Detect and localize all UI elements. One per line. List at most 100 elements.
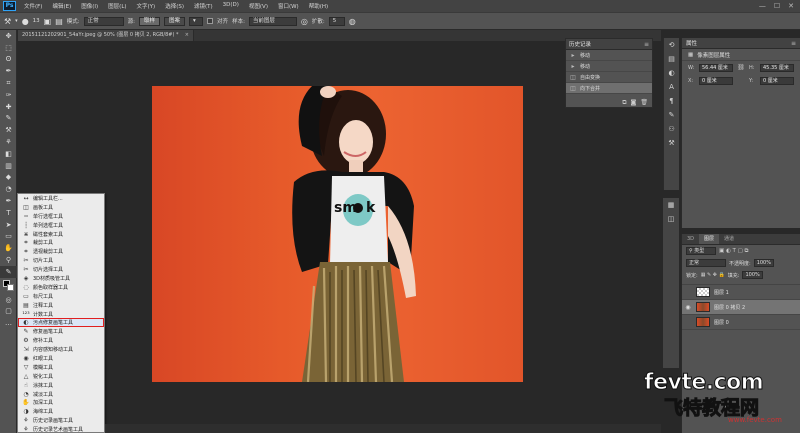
- opacity-field[interactable]: 100%: [753, 259, 774, 267]
- menu-item[interactable]: 编辑(E): [47, 2, 76, 10]
- dodge-tool-icon[interactable]: ◔: [0, 183, 17, 195]
- styles-panel-icon[interactable]: ◫: [663, 212, 679, 226]
- swatches-panel-icon[interactable]: ▦: [663, 198, 679, 212]
- trash-icon[interactable]: 🗑: [640, 99, 648, 106]
- layer-row[interactable]: 图层 1: [682, 285, 800, 300]
- x-field[interactable]: 0 厘米: [699, 76, 733, 85]
- blur-tool-icon[interactable]: ◆: [0, 172, 17, 184]
- menu-item[interactable]: 滤镜(T): [189, 2, 218, 10]
- source-pattern-button[interactable]: 图案: [164, 16, 186, 26]
- clone-stamp-icon[interactable]: ⚒: [4, 17, 11, 26]
- quick-select-tool-icon[interactable]: ✒: [0, 65, 17, 77]
- clone-source-icon[interactable]: ▤: [55, 17, 63, 26]
- layers-panel-tab[interactable]: 通道: [719, 234, 739, 244]
- brush-tool-icon[interactable]: ✎: [0, 113, 17, 125]
- color-swatches[interactable]: [0, 278, 16, 294]
- background-color[interactable]: [7, 283, 14, 291]
- flyout-item[interactable]: ⚘ 历史记录画笔工具: [18, 416, 104, 425]
- shape-tool-icon[interactable]: ▭: [0, 231, 17, 243]
- blend-mode-select[interactable]: 正常: [686, 259, 726, 267]
- flyout-item[interactable]: ↔ 编辑工具栏...: [18, 194, 104, 203]
- layer-row[interactable]: 图层 0: [682, 315, 800, 330]
- menu-item[interactable]: 视图(V): [244, 2, 273, 10]
- close-button[interactable]: ✕: [788, 2, 794, 10]
- panel-menu-icon[interactable]: ≡: [644, 41, 649, 48]
- flyout-item[interactable]: △ 锐化工具: [18, 372, 104, 381]
- snapshot-icon[interactable]: ◙: [631, 99, 637, 106]
- flyout-item[interactable]: ✋ 加深工具: [18, 398, 104, 407]
- y-field[interactable]: 0 厘米: [760, 76, 794, 85]
- healing-selected-tool-icon[interactable]: ✎: [0, 265, 17, 278]
- pressure-icon[interactable]: ◍: [349, 17, 356, 26]
- menu-item[interactable]: 3D(D): [218, 2, 244, 10]
- document-image[interactable]: sm k: [152, 86, 523, 382]
- brush-size[interactable]: 13: [33, 18, 40, 24]
- filter-select[interactable]: ⚲ 类型: [686, 247, 716, 255]
- flyout-item[interactable]: ✂ 切片工具: [18, 256, 104, 265]
- brush-panel-icon[interactable]: ▣: [44, 17, 52, 26]
- panel-menu-icon[interactable]: ≡: [791, 40, 796, 47]
- ignore-adjustment-icon[interactable]: ◎: [301, 17, 308, 26]
- menu-item[interactable]: 文件(F): [19, 2, 47, 10]
- history-icon[interactable]: ⟲: [664, 38, 679, 52]
- clone-source-panel-icon[interactable]: ⚇: [664, 122, 679, 136]
- gradient-tool-icon[interactable]: ▥: [0, 160, 17, 172]
- sample-select[interactable]: 当前图层: [248, 16, 297, 26]
- flyout-item[interactable]: ◔ 减淡工具: [18, 390, 104, 399]
- history-state[interactable]: ▸ 移动: [566, 50, 652, 61]
- flyout-item[interactable]: ⚙ 修补工具: [18, 336, 104, 345]
- flyout-item[interactable]: ▤ 注释工具: [18, 301, 104, 310]
- visibility-eye-icon[interactable]: ◉: [682, 304, 694, 311]
- history-state[interactable]: ▸ 移动: [566, 61, 652, 72]
- source-sampled-button[interactable]: 取样: [139, 16, 161, 26]
- menu-item[interactable]: 帮助(H): [304, 2, 333, 10]
- aligned-checkbox[interactable]: [207, 18, 214, 24]
- crop-tool-icon[interactable]: ⌗: [0, 77, 17, 89]
- menu-item[interactable]: 图层(L): [103, 2, 131, 10]
- zoom-tool-icon[interactable]: ⚲: [0, 254, 17, 266]
- filter-icons[interactable]: ▣ ◐ T ▢ ⧉: [719, 248, 748, 255]
- stamp-tool-icon[interactable]: ⚒: [0, 124, 17, 136]
- flyout-item[interactable]: ◑ 海绵工具: [18, 407, 104, 416]
- extra-tool-icon[interactable]: …: [0, 317, 17, 329]
- eraser-tool-icon[interactable]: ◧: [0, 148, 17, 160]
- menu-item[interactable]: 文字(Y): [132, 2, 161, 10]
- paragraph-icon[interactable]: ¶: [664, 94, 679, 108]
- type-panel-icon[interactable]: A: [664, 80, 679, 94]
- healing-tool-icon[interactable]: ✚: [0, 101, 17, 113]
- lasso-tool-icon[interactable]: ʘ: [0, 54, 17, 66]
- quickmask-tool-icon[interactable]: ◎: [0, 294, 17, 306]
- flyout-item[interactable]: ◈ 3D材质吸管工具: [18, 274, 104, 283]
- marquee-tool-icon[interactable]: ⬚: [0, 42, 17, 54]
- chevron-down-icon[interactable]: ▾: [15, 18, 18, 24]
- brush-settings-icon[interactable]: ✎: [664, 108, 679, 122]
- link-icon[interactable]: ⛓: [736, 64, 746, 71]
- move-tool-icon[interactable]: ✥: [0, 30, 17, 42]
- flyout-item[interactable]: ◐ 污点修复画笔工具: [18, 318, 104, 328]
- eyedropper-tool-icon[interactable]: ✑: [0, 89, 17, 101]
- flyout-item[interactable]: ⋇ 磁性套索工具: [18, 230, 104, 239]
- lock-icons[interactable]: ▦ ✎ ✥ 🔒: [701, 272, 725, 278]
- menu-item[interactable]: 窗口(W): [273, 2, 304, 10]
- history-state[interactable]: ◫ 向下合并: [566, 83, 652, 94]
- tool-presets-icon[interactable]: ⚒: [664, 136, 679, 150]
- screenmode-tool-icon[interactable]: ▢: [0, 306, 17, 318]
- flyout-item[interactable]: ▽ 模糊工具: [18, 363, 104, 372]
- flyout-item[interactable]: ┅ 单行选框工具: [18, 212, 104, 221]
- maximize-button[interactable]: ☐: [774, 2, 780, 10]
- flyout-item[interactable]: ◫ 画板工具: [18, 203, 104, 212]
- pen-tool-icon[interactable]: ✒: [0, 195, 17, 207]
- flyout-item[interactable]: ⌗ 裁剪工具: [18, 238, 104, 247]
- width-field[interactable]: 56.44 厘米: [699, 63, 733, 72]
- history-brush-tool-icon[interactable]: ⚘: [0, 136, 17, 148]
- flyout-item[interactable]: ◉ 红眼工具: [18, 354, 104, 363]
- layers-panel-tab[interactable]: 3D: [682, 234, 699, 244]
- flyout-item[interactable]: ✂ 切片选择工具: [18, 265, 104, 274]
- flyout-item[interactable]: ⇲ 内容感知移动工具: [18, 345, 104, 354]
- menu-item[interactable]: 图像(I): [76, 2, 103, 10]
- new-document-from-state-icon[interactable]: ⧉: [622, 99, 626, 107]
- mode-select[interactable]: 正常: [83, 16, 124, 26]
- layers-panel-tab[interactable]: 图层: [699, 234, 720, 244]
- diffusion-select[interactable]: 5: [328, 16, 345, 26]
- properties-icon[interactable]: ▤: [664, 52, 679, 66]
